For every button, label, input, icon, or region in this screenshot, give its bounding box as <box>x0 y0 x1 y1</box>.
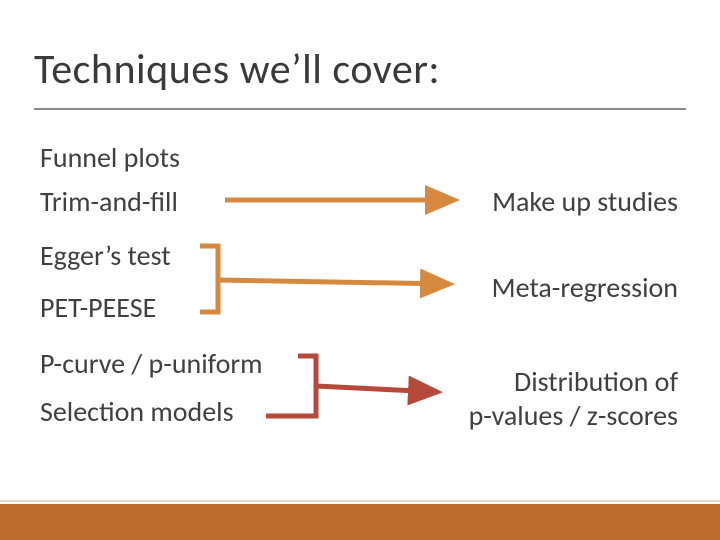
slide: Techniques we’ll cover: Funnel plots Tri… <box>0 0 720 540</box>
footer-bar <box>0 504 720 540</box>
footer-divider <box>0 500 720 502</box>
bracket-pcurve-selection-to-distribution <box>0 0 720 540</box>
